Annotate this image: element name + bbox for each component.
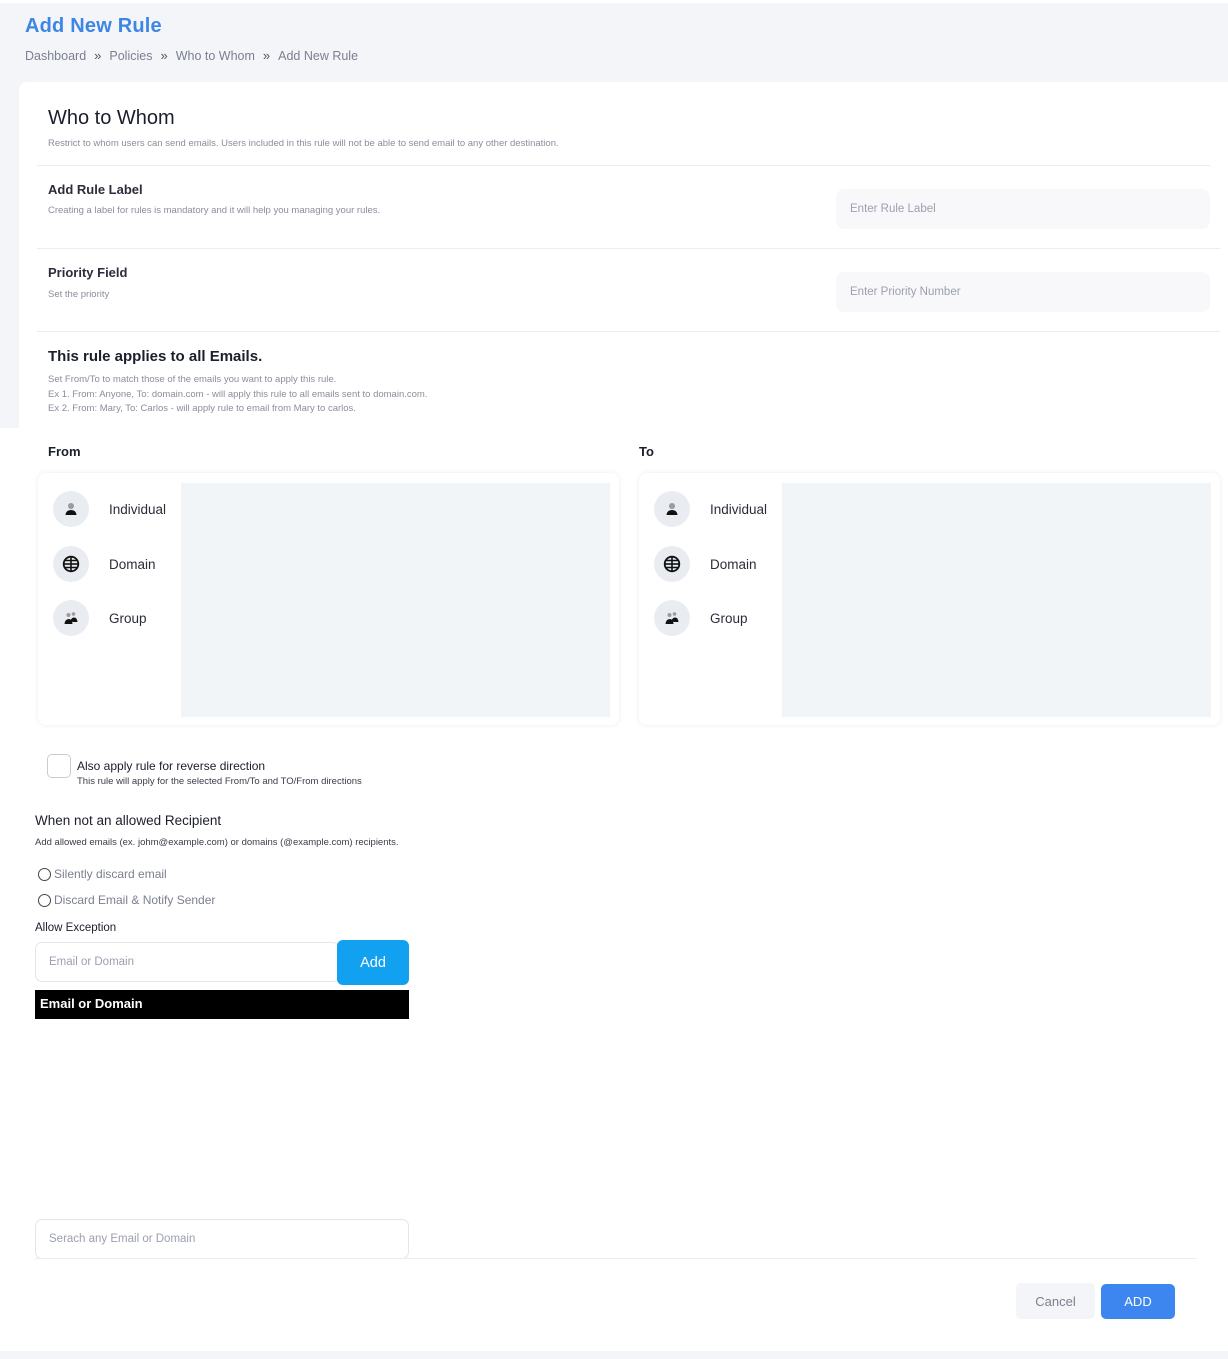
globe-icon — [53, 546, 89, 582]
reverse-direction-checkbox[interactable] — [47, 754, 71, 778]
section-title: Who to Whom — [48, 107, 175, 129]
search-input[interactable] — [35, 1219, 409, 1259]
priority-input[interactable] — [836, 272, 1210, 312]
allow-exception-label: Allow Exception — [35, 922, 117, 934]
page-title: Add New Rule — [25, 15, 162, 37]
radio-button[interactable] — [38, 893, 51, 907]
priority-description: Set the priority — [48, 289, 110, 300]
chevron-double-right-icon: » — [160, 48, 168, 63]
from-option-individual[interactable]: Individual — [53, 490, 183, 528]
person-icon — [654, 491, 690, 527]
option-label: Individual — [710, 501, 768, 517]
option-label: Group — [710, 610, 748, 626]
not-allowed-title: When not an allowed Recipient — [35, 813, 222, 828]
chevron-double-right-icon: » — [94, 48, 102, 63]
exception-table-header: Email or Domain — [35, 990, 409, 1019]
option-label: Domain — [109, 556, 156, 572]
divider — [37, 248, 1220, 249]
group-icon — [53, 600, 89, 636]
applies-example-1: Ex 1. From: Anyone, To: domain.com - wil… — [48, 389, 428, 400]
from-option-domain[interactable]: Domain — [53, 545, 183, 583]
divider — [37, 165, 1210, 166]
radio-discard-notify[interactable]: Discard Email & Notify Sender — [38, 893, 215, 907]
section-description: Restrict to whom users can send emails. … — [48, 138, 559, 149]
priority-title: Priority Field — [48, 265, 128, 280]
reverse-direction-label: Also apply rule for reverse direction — [77, 759, 266, 773]
from-option-group[interactable]: Group — [53, 599, 183, 637]
to-option-group[interactable]: Group — [654, 599, 784, 637]
rule-label-title: Add Rule Label — [48, 182, 143, 197]
to-option-individual[interactable]: Individual — [654, 490, 784, 528]
radio-silently-discard[interactable]: Silently discard email — [38, 867, 167, 881]
option-label: Individual — [109, 501, 167, 517]
applies-line: Set From/To to match those of the emails… — [48, 374, 337, 385]
reverse-direction-description: This rule will apply for the selected Fr… — [77, 776, 362, 787]
add-rule-button[interactable]: ADD — [1101, 1284, 1175, 1319]
breadcrumb: Dashboard » Policies » Who to Whom » Add… — [25, 48, 358, 63]
to-selection-panel[interactable] — [782, 483, 1211, 717]
exception-input[interactable] — [35, 942, 340, 982]
breadcrumb-who-to-whom[interactable]: Who to Whom — [176, 49, 255, 63]
page-background-bottom — [0, 1351, 1228, 1359]
not-allowed-description: Add allowed emails (ex. johm@example.com… — [35, 837, 399, 848]
divider — [37, 331, 1220, 332]
option-label: Group — [109, 610, 147, 626]
person-icon — [53, 491, 89, 527]
group-icon — [654, 600, 690, 636]
from-label: From — [48, 444, 81, 459]
globe-icon — [654, 546, 690, 582]
applies-example-2: Ex 2. From: Mary, To: Carlos - will appl… — [48, 403, 356, 414]
option-label: Domain — [710, 556, 757, 572]
to-option-domain[interactable]: Domain — [654, 545, 784, 583]
add-exception-button[interactable]: Add — [337, 940, 409, 985]
rule-label-input[interactable] — [836, 189, 1210, 229]
divider — [35, 1258, 1197, 1259]
to-label: To — [639, 444, 654, 459]
to-options: Individual Domain Group — [639, 473, 782, 725]
from-picker: Individual Domain Group — [38, 473, 619, 725]
chevron-double-right-icon: » — [262, 48, 271, 63]
radio-button[interactable] — [38, 867, 51, 881]
from-options: Individual Domain Group — [38, 473, 181, 725]
from-selection-panel[interactable] — [181, 483, 610, 717]
rule-label-description: Creating a label for rules is mandatory … — [48, 205, 381, 216]
applies-title: This rule applies to all Emails. — [48, 348, 263, 365]
radio-label: Discard Email & Notify Sender — [54, 893, 216, 907]
breadcrumb-policies[interactable]: Policies — [109, 49, 152, 63]
radio-label: Silently discard email — [54, 867, 167, 881]
breadcrumb-dashboard[interactable]: Dashboard — [25, 49, 86, 63]
cancel-button[interactable]: Cancel — [1016, 1283, 1095, 1319]
to-picker: Individual Domain Group — [639, 473, 1220, 725]
breadcrumb-current: Add New Rule — [278, 48, 359, 63]
